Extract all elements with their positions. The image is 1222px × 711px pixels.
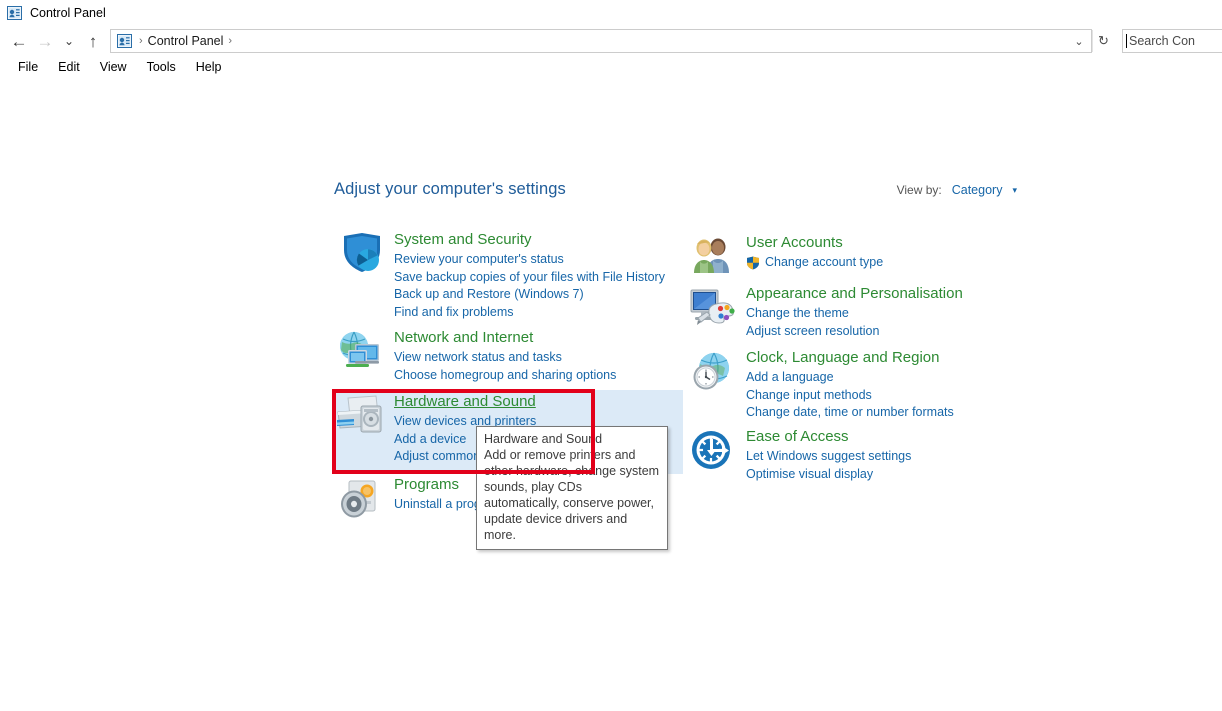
link-choose-homegroup-and-sharing-options[interactable]: Choose homegroup and sharing options bbox=[394, 367, 616, 385]
back-button[interactable]: ← bbox=[6, 28, 32, 54]
category-clock-language-and-region[interactable]: Clock, Language and Region Add a languag… bbox=[686, 348, 954, 422]
view-by-value[interactable]: Category bbox=[952, 183, 1003, 197]
search-placeholder: Search Con bbox=[1129, 34, 1196, 48]
link-change-the-theme[interactable]: Change the theme bbox=[746, 305, 963, 323]
menu-tools[interactable]: Tools bbox=[137, 58, 186, 76]
link-change-input-methods[interactable]: Change input methods bbox=[746, 387, 954, 405]
category-title-network-and-internet[interactable]: Network and Internet bbox=[394, 328, 616, 347]
clock-globe-icon bbox=[686, 348, 738, 392]
window-title-bar: Control Panel bbox=[0, 0, 1222, 26]
category-title-clock-language-and-region[interactable]: Clock, Language and Region bbox=[746, 348, 954, 367]
menu-file[interactable]: File bbox=[8, 58, 48, 76]
breadcrumb-control-panel-icon bbox=[117, 34, 132, 48]
category-texts: Clock, Language and Region Add a languag… bbox=[738, 348, 954, 422]
up-button[interactable]: ↑ bbox=[80, 28, 106, 54]
link-change-account-type-label: Change account type bbox=[765, 255, 884, 269]
menu-edit[interactable]: Edit bbox=[48, 58, 90, 76]
network-globe-icon bbox=[334, 328, 386, 372]
category-title-hardware-and-sound[interactable]: Hardware and Sound bbox=[394, 392, 612, 411]
page-title: Adjust your computer's settings bbox=[334, 180, 566, 198]
programs-disc-icon bbox=[334, 475, 386, 521]
search-input[interactable]: Search Con bbox=[1122, 29, 1222, 53]
tooltip-body: Add or remove printers and other hardwar… bbox=[484, 448, 660, 542]
link-let-windows-suggest-settings[interactable]: Let Windows suggest settings bbox=[746, 448, 911, 466]
forward-button[interactable]: → bbox=[32, 28, 58, 54]
menu-bar: File Edit View Tools Help bbox=[0, 56, 1222, 78]
breadcrumb-separator-trailing[interactable]: › bbox=[223, 35, 237, 47]
chevron-down-icon[interactable]: ▾ bbox=[1012, 185, 1017, 196]
category-user-accounts[interactable]: User Accounts Change account type bbox=[686, 233, 883, 275]
shield-icon bbox=[334, 230, 386, 274]
users-icon bbox=[686, 233, 738, 275]
link-save-backup-copies[interactable]: Save backup copies of your files with Fi… bbox=[394, 269, 665, 287]
category-ease-of-access[interactable]: Ease of Access Let Windows suggest setti… bbox=[686, 427, 911, 483]
link-find-and-fix-problems[interactable]: Find and fix problems bbox=[394, 304, 665, 322]
link-back-up-and-restore[interactable]: Back up and Restore (Windows 7) bbox=[394, 286, 665, 304]
link-change-account-type[interactable]: Change account type bbox=[746, 254, 883, 272]
window-title: Control Panel bbox=[30, 6, 106, 20]
monitor-palette-icon bbox=[686, 284, 738, 328]
link-change-date-time-or-number-formats[interactable]: Change date, time or number formats bbox=[746, 404, 954, 422]
category-texts: User Accounts Change account type bbox=[738, 233, 883, 272]
control-panel-content: Adjust your computer's settings View by:… bbox=[0, 78, 1222, 711]
search-caret bbox=[1126, 34, 1127, 48]
view-by-control: View by: Category ▾ bbox=[897, 183, 1017, 197]
category-system-and-security[interactable]: System and Security Review your computer… bbox=[334, 230, 665, 321]
breadcrumb-separator-root[interactable]: › bbox=[134, 35, 148, 47]
tooltip-title: Hardware and Sound bbox=[484, 432, 603, 446]
hardware-and-sound-tooltip: Hardware and Sound Add or remove printer… bbox=[476, 426, 668, 550]
navigation-toolbar: ← → ⌄ ↑ › Control Panel › ⌄ ↻ Search Con bbox=[0, 26, 1222, 56]
menu-view[interactable]: View bbox=[90, 58, 137, 76]
recent-locations-button[interactable]: ⌄ bbox=[58, 28, 80, 54]
link-add-a-language[interactable]: Add a language bbox=[746, 369, 954, 387]
link-adjust-screen-resolution[interactable]: Adjust screen resolution bbox=[746, 323, 963, 341]
breadcrumb-item-control-panel[interactable]: Control Panel bbox=[148, 34, 224, 48]
category-texts: Ease of Access Let Windows suggest setti… bbox=[738, 427, 911, 483]
link-review-your-computers-status[interactable]: Review your computer's status bbox=[394, 251, 665, 269]
uac-shield-icon bbox=[746, 256, 760, 270]
view-by-label: View by: bbox=[896, 183, 942, 197]
category-title-user-accounts[interactable]: User Accounts bbox=[746, 233, 883, 252]
menu-help[interactable]: Help bbox=[186, 58, 232, 76]
category-title-appearance-and-personalisation[interactable]: Appearance and Personalisation bbox=[746, 284, 963, 303]
address-dropdown-icon[interactable]: ⌄ bbox=[1069, 30, 1089, 52]
category-texts: System and Security Review your computer… bbox=[386, 230, 665, 321]
address-bar[interactable]: › Control Panel › ⌄ bbox=[110, 29, 1092, 53]
control-panel-icon bbox=[7, 6, 22, 20]
category-title-ease-of-access[interactable]: Ease of Access bbox=[746, 427, 911, 446]
printer-icon bbox=[334, 392, 386, 438]
category-texts: Network and Internet View network status… bbox=[386, 328, 616, 384]
refresh-icon[interactable]: ↻ bbox=[1092, 30, 1114, 52]
category-network-and-internet[interactable]: Network and Internet View network status… bbox=[334, 328, 616, 384]
ease-of-access-icon bbox=[686, 427, 738, 471]
category-texts: Appearance and Personalisation Change th… bbox=[738, 284, 963, 340]
link-view-network-status-and-tasks[interactable]: View network status and tasks bbox=[394, 349, 616, 367]
link-optimise-visual-display[interactable]: Optimise visual display bbox=[746, 466, 911, 484]
category-title-system-and-security[interactable]: System and Security bbox=[394, 230, 665, 249]
category-appearance-and-personalisation[interactable]: Appearance and Personalisation Change th… bbox=[686, 284, 963, 340]
